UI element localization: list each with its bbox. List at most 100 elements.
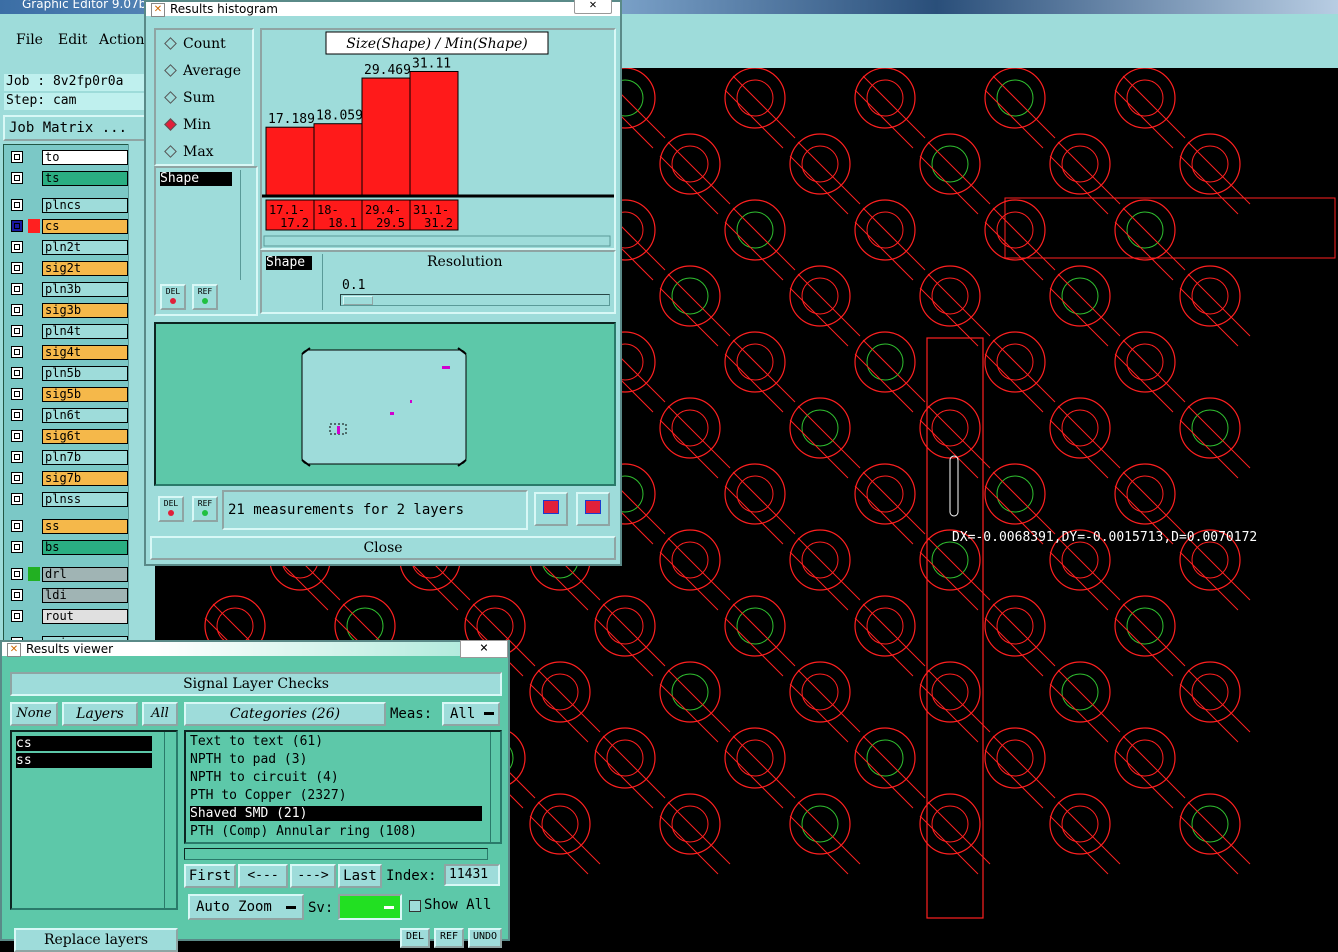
layer-row-pln7b[interactable]: pln7b bbox=[8, 450, 128, 465]
layer-name[interactable]: sig4t bbox=[42, 345, 128, 360]
layer-row-ldi[interactable]: ldi bbox=[8, 588, 128, 603]
slider-handle[interactable] bbox=[343, 296, 373, 305]
layer-checkbox[interactable] bbox=[11, 199, 23, 211]
preview-ref-button[interactable]: REF bbox=[192, 496, 218, 522]
layer-checkbox[interactable] bbox=[11, 388, 23, 400]
list-item[interactable]: NPTH to circuit (4) bbox=[190, 770, 482, 785]
layer-row-sig3b[interactable]: sig3b bbox=[8, 303, 128, 318]
layer-name[interactable]: rout bbox=[42, 609, 128, 624]
job-matrix-button[interactable]: Job Matrix ... bbox=[3, 115, 151, 141]
category-hscrollbar[interactable] bbox=[184, 848, 488, 860]
layer-checkbox[interactable] bbox=[11, 409, 23, 421]
show-all-checkbox[interactable] bbox=[409, 900, 421, 912]
layer-name[interactable]: sig6t bbox=[42, 429, 128, 444]
list-item[interactable]: PTH (Comp) Annular ring (108) bbox=[190, 824, 482, 839]
list-item[interactable]: PTH to Copper (2327) bbox=[190, 788, 482, 803]
index-input[interactable]: 11431 bbox=[444, 864, 500, 886]
layer-row-sig7b[interactable]: sig7b bbox=[8, 471, 128, 486]
layer-name[interactable]: drl bbox=[42, 567, 128, 582]
categories-button[interactable]: Categories (26) bbox=[184, 702, 386, 726]
layer-checkbox[interactable] bbox=[11, 472, 23, 484]
layer-checkbox[interactable] bbox=[11, 241, 23, 253]
layer-checkbox[interactable] bbox=[11, 220, 23, 232]
list-item[interactable]: ss bbox=[16, 753, 152, 768]
layer-name[interactable]: bs bbox=[42, 540, 128, 555]
layer-checkbox[interactable] bbox=[11, 430, 23, 442]
layer-name[interactable]: sig7b bbox=[42, 471, 128, 486]
close-icon[interactable]: ✕ bbox=[574, 0, 612, 14]
layer-name[interactable]: pln4t bbox=[42, 324, 128, 339]
layer-checkbox[interactable] bbox=[11, 520, 23, 532]
field-item-shape[interactable]: Shape bbox=[160, 172, 232, 186]
layer-name[interactable]: plncs bbox=[42, 198, 128, 213]
layer-name[interactable]: sig5b bbox=[42, 387, 128, 402]
del-button[interactable]: DEL bbox=[160, 284, 186, 310]
layer-name[interactable]: ss bbox=[42, 519, 128, 534]
close-button[interactable]: Close bbox=[150, 536, 616, 560]
layer-row-to[interactable]: to bbox=[8, 150, 128, 165]
menu-edit[interactable]: Edit bbox=[58, 32, 87, 48]
menu-file[interactable]: File bbox=[16, 32, 43, 48]
layer-row-pln3b[interactable]: pln3b bbox=[8, 282, 128, 297]
layer-row-pln6t[interactable]: pln6t bbox=[8, 408, 128, 423]
resolution-scrollbar[interactable] bbox=[322, 254, 335, 310]
layer-name[interactable]: cs bbox=[42, 219, 128, 234]
layer-row-pln5b[interactable]: pln5b bbox=[8, 366, 128, 381]
preview-del-button[interactable]: DEL bbox=[158, 496, 184, 522]
histogram-bar[interactable] bbox=[313, 123, 363, 197]
layer-row-sig6t[interactable]: sig6t bbox=[8, 429, 128, 444]
severity-dropdown[interactable] bbox=[338, 894, 402, 920]
layer-row-plnss[interactable]: plnss bbox=[8, 492, 128, 507]
zoom-to-icon[interactable] bbox=[534, 492, 568, 526]
layer-checkbox[interactable] bbox=[11, 568, 23, 580]
mode-max[interactable]: Max bbox=[164, 144, 214, 160]
zoom-fit-icon[interactable] bbox=[576, 492, 610, 526]
mode-average[interactable]: Average bbox=[164, 63, 241, 79]
next-button[interactable]: ---> bbox=[290, 864, 336, 888]
layer-row-bs[interactable]: bs bbox=[8, 540, 128, 555]
layer-row-sig2t[interactable]: sig2t bbox=[8, 261, 128, 276]
first-button[interactable]: First bbox=[184, 864, 236, 888]
layer-checkbox[interactable] bbox=[11, 367, 23, 379]
layer-name[interactable]: to bbox=[42, 150, 128, 165]
prev-button[interactable]: <--- bbox=[238, 864, 288, 888]
histogram-bar[interactable] bbox=[409, 70, 459, 197]
meas-dropdown[interactable]: All bbox=[442, 702, 500, 726]
viewer-undo-button[interactable]: UNDO bbox=[468, 928, 502, 948]
mode-sum[interactable]: Sum bbox=[164, 90, 215, 106]
layer-name[interactable]: ldi bbox=[42, 588, 128, 603]
mode-count[interactable]: Count bbox=[164, 36, 226, 52]
layer-name[interactable]: pln6t bbox=[42, 408, 128, 423]
viewer-del-button[interactable]: DEL bbox=[400, 928, 430, 948]
histogram-bar[interactable] bbox=[361, 77, 411, 197]
ref-button[interactable]: REF bbox=[192, 284, 218, 310]
mode-min[interactable]: Min bbox=[164, 117, 211, 133]
layer-name[interactable]: sig3b bbox=[42, 303, 128, 318]
layer-row-rout[interactable]: rout bbox=[8, 609, 128, 624]
resolution-field[interactable]: Shape bbox=[266, 256, 312, 270]
layer-name[interactable]: pln5b bbox=[42, 366, 128, 381]
layer-row-sig5b[interactable]: sig5b bbox=[8, 387, 128, 402]
viewer-layer-scrollbar[interactable] bbox=[164, 732, 177, 908]
field-list-scrollbar[interactable] bbox=[240, 170, 253, 280]
layer-checkbox[interactable] bbox=[11, 493, 23, 505]
category-scrollbar[interactable] bbox=[490, 732, 503, 842]
layer-name[interactable]: pln7b bbox=[42, 450, 128, 465]
board-preview[interactable] bbox=[154, 322, 616, 486]
layer-name[interactable]: pln3b bbox=[42, 282, 128, 297]
layer-row-pln4t[interactable]: pln4t bbox=[8, 324, 128, 339]
list-item[interactable]: Shaved SMD (21) bbox=[190, 806, 482, 821]
layer-name[interactable]: pln2t bbox=[42, 240, 128, 255]
list-item[interactable]: cs bbox=[16, 736, 152, 751]
viewer-ref-button[interactable]: REF bbox=[434, 928, 464, 948]
layers-all-button[interactable]: All bbox=[142, 702, 178, 726]
layer-checkbox[interactable] bbox=[11, 283, 23, 295]
layers-button[interactable]: Layers bbox=[62, 702, 138, 726]
layer-row-plncs[interactable]: plncs bbox=[8, 198, 128, 213]
layer-checkbox[interactable] bbox=[11, 325, 23, 337]
close-icon[interactable]: × bbox=[460, 640, 508, 658]
layer-name[interactable]: plnss bbox=[42, 492, 128, 507]
layer-name[interactable]: ts bbox=[42, 171, 128, 186]
field-list[interactable]: Shape DEL REF bbox=[154, 166, 258, 316]
last-button[interactable]: Last bbox=[338, 864, 382, 888]
